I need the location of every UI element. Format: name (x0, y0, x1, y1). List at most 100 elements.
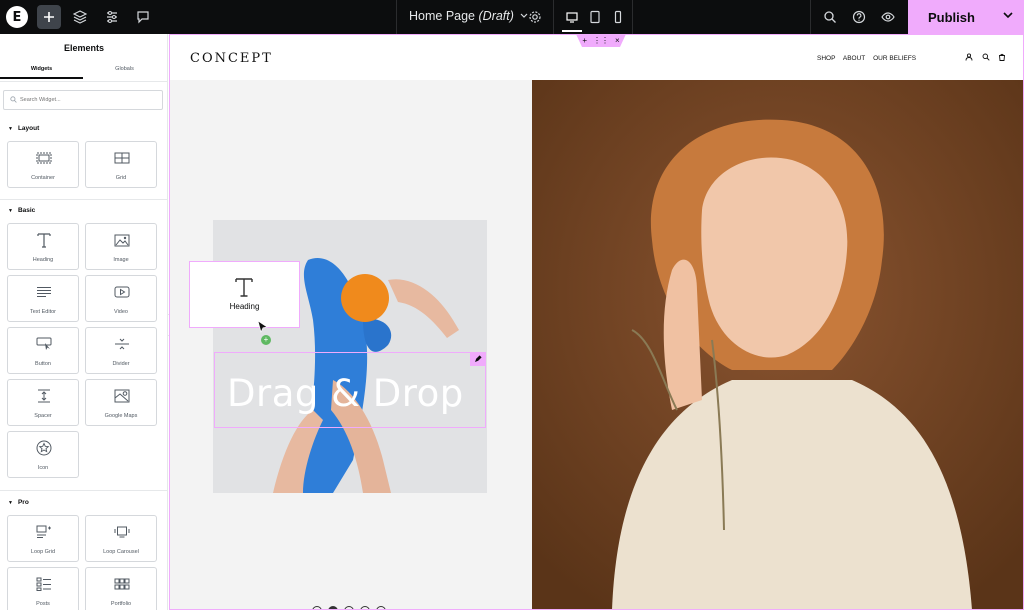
widget-label: Posts (36, 601, 50, 607)
drop-indicator-plus-icon: + (261, 335, 271, 345)
caret-down-icon: ▼ (8, 500, 13, 506)
button-icon (34, 335, 54, 353)
widget-label: Divider (112, 361, 130, 367)
help-button[interactable] (847, 5, 871, 29)
widget-label: Portfolio (110, 601, 132, 607)
cursor-arrow-icon (257, 320, 268, 333)
widget-video[interactable]: Video (85, 275, 157, 322)
plus-icon (44, 12, 54, 22)
widget-heading[interactable]: Heading (7, 223, 79, 270)
widget-divider[interactable]: Divider (85, 327, 157, 374)
search-icon (10, 96, 17, 103)
widget-loop-carousel[interactable]: Loop Carousel (85, 515, 157, 562)
widget-label: Image (113, 257, 129, 263)
carousel-dot-active[interactable] (328, 606, 338, 610)
divider (810, 0, 811, 34)
site-logo[interactable]: CONCEPT (190, 51, 273, 66)
page-settings-button[interactable] (523, 5, 547, 29)
publish-button[interactable]: Publish (908, 0, 1024, 34)
heading-icon (235, 278, 253, 297)
heading-icon (34, 231, 54, 249)
section-header-pro[interactable]: ▼ Pro (8, 499, 29, 506)
widget-label: Spacer (34, 413, 52, 419)
widget-loop-grid[interactable]: Loop Grid (7, 515, 79, 562)
search-widget-input[interactable] (20, 94, 160, 106)
tab-globals[interactable]: Globals (83, 66, 166, 72)
mobile-view-button[interactable] (606, 5, 630, 29)
gear-icon (529, 11, 541, 23)
widget-text-editor[interactable]: Text Editor (7, 275, 79, 322)
widget-label: Icon (37, 465, 49, 471)
help-icon (852, 10, 866, 24)
preview-button[interactable] (876, 5, 900, 29)
edit-widget-button[interactable] (470, 352, 486, 366)
widget-google-maps[interactable]: Google Maps (85, 379, 157, 426)
image-icon (112, 231, 132, 249)
container-icon (34, 149, 54, 167)
close-icon[interactable]: × (615, 36, 620, 45)
pencil-icon (475, 355, 482, 362)
loop-grid-icon (34, 523, 54, 541)
widget-grid[interactable]: Grid (85, 141, 157, 188)
nav-link-about[interactable]: ABOUT (843, 55, 865, 62)
desktop-view-button[interactable] (560, 5, 584, 29)
add-section-icon[interactable]: + (582, 36, 587, 45)
cart-icon[interactable] (997, 52, 1007, 62)
editor-canvas[interactable]: CONCEPT SHOP ABOUT OUR BELIEFS Drag & Dr… (169, 34, 1024, 610)
portrait-photo (532, 80, 1024, 610)
widget-posts[interactable]: Posts (7, 567, 79, 610)
widget-spacer[interactable]: Spacer (7, 379, 79, 426)
dragged-heading-widget[interactable]: Heading (189, 261, 300, 328)
carousel-dot[interactable] (360, 606, 370, 610)
widget-portfolio[interactable]: Portfolio (85, 567, 157, 610)
search-widget-box (3, 90, 163, 110)
chevron-down-icon[interactable] (1002, 9, 1014, 21)
panel-title: Elements (63, 43, 105, 53)
carousel-dot[interactable] (376, 606, 386, 610)
portfolio-icon (112, 575, 132, 593)
section-header-layout[interactable]: ▼ Layout (8, 125, 39, 132)
mobile-icon (614, 10, 622, 24)
drag-handle-icon[interactable]: ⋮⋮ (593, 36, 609, 45)
widget-label: Google Maps (104, 413, 138, 419)
hero-heading[interactable]: Drag & Drop (227, 372, 464, 415)
user-icon[interactable] (964, 52, 974, 62)
widget-container[interactable]: Container (7, 141, 79, 188)
desktop-icon (566, 12, 578, 23)
tab-widgets[interactable]: Widgets (0, 66, 83, 72)
editor-topbar: E Home Page (Draft) Publish (0, 0, 1024, 34)
divider (553, 0, 554, 34)
search-button[interactable] (818, 5, 842, 29)
active-view-indicator (562, 30, 582, 32)
widget-label: Text Editor (30, 309, 56, 315)
widget-image[interactable]: Image (85, 223, 157, 270)
elementor-logo-icon[interactable]: E (6, 6, 28, 28)
widget-label: Container (31, 175, 55, 181)
page-title-dropdown[interactable]: Home Page (Draft) (409, 9, 528, 23)
carousel-dot[interactable] (312, 606, 322, 610)
divider (632, 0, 633, 34)
widget-label: Button (35, 361, 51, 367)
tablet-view-button[interactable] (583, 5, 607, 29)
nav-link-shop[interactable]: SHOP (817, 55, 835, 62)
widget-button[interactable]: Button (7, 327, 79, 374)
section-toolbar[interactable]: + ⋮⋮ × (576, 34, 626, 47)
eye-icon (881, 12, 895, 22)
notes-button[interactable] (131, 5, 155, 29)
carousel-dot[interactable] (344, 606, 354, 610)
widget-label: Grid (115, 175, 127, 181)
add-element-button[interactable] (37, 5, 61, 29)
hero-right-image[interactable] (532, 80, 1024, 610)
text-editor-icon (34, 283, 54, 301)
site-settings-button[interactable] (100, 5, 124, 29)
dragged-widget-label: Heading (229, 302, 260, 311)
section-header-basic[interactable]: ▼ Basic (8, 207, 35, 214)
divider (396, 0, 397, 34)
widget-icon[interactable]: Icon (7, 431, 79, 478)
site-nav: SHOP ABOUT OUR BELIEFS (817, 55, 922, 62)
video-icon (112, 283, 132, 301)
structure-button[interactable] (68, 5, 92, 29)
search-icon[interactable] (981, 52, 991, 62)
caret-down-icon: ▼ (8, 208, 13, 214)
nav-link-our-beliefs[interactable]: OUR BELIEFS (873, 55, 916, 62)
